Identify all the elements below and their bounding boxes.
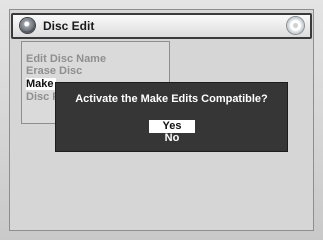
menu-item-erase-disc[interactable]: Erase Disc [26,65,82,77]
title-bar: Disc Edit [11,13,312,39]
menu-item-make-edits-compatible[interactable]: Make [26,78,56,90]
disc-icon [287,17,304,34]
confirm-dialog: Activate the Make Edits Compatible? Yes … [55,82,288,152]
screen-background: Disc Edit Edit Disc Name Erase Disc Make… [0,0,323,240]
window-title: Disc Edit [43,19,95,33]
dialog-message: Activate the Make Edits Compatible? [75,93,268,105]
menu-item-edit-disc-name[interactable]: Edit Disc Name [26,53,106,65]
remote-disc-icon [20,18,35,33]
no-option[interactable]: No [149,132,195,145]
